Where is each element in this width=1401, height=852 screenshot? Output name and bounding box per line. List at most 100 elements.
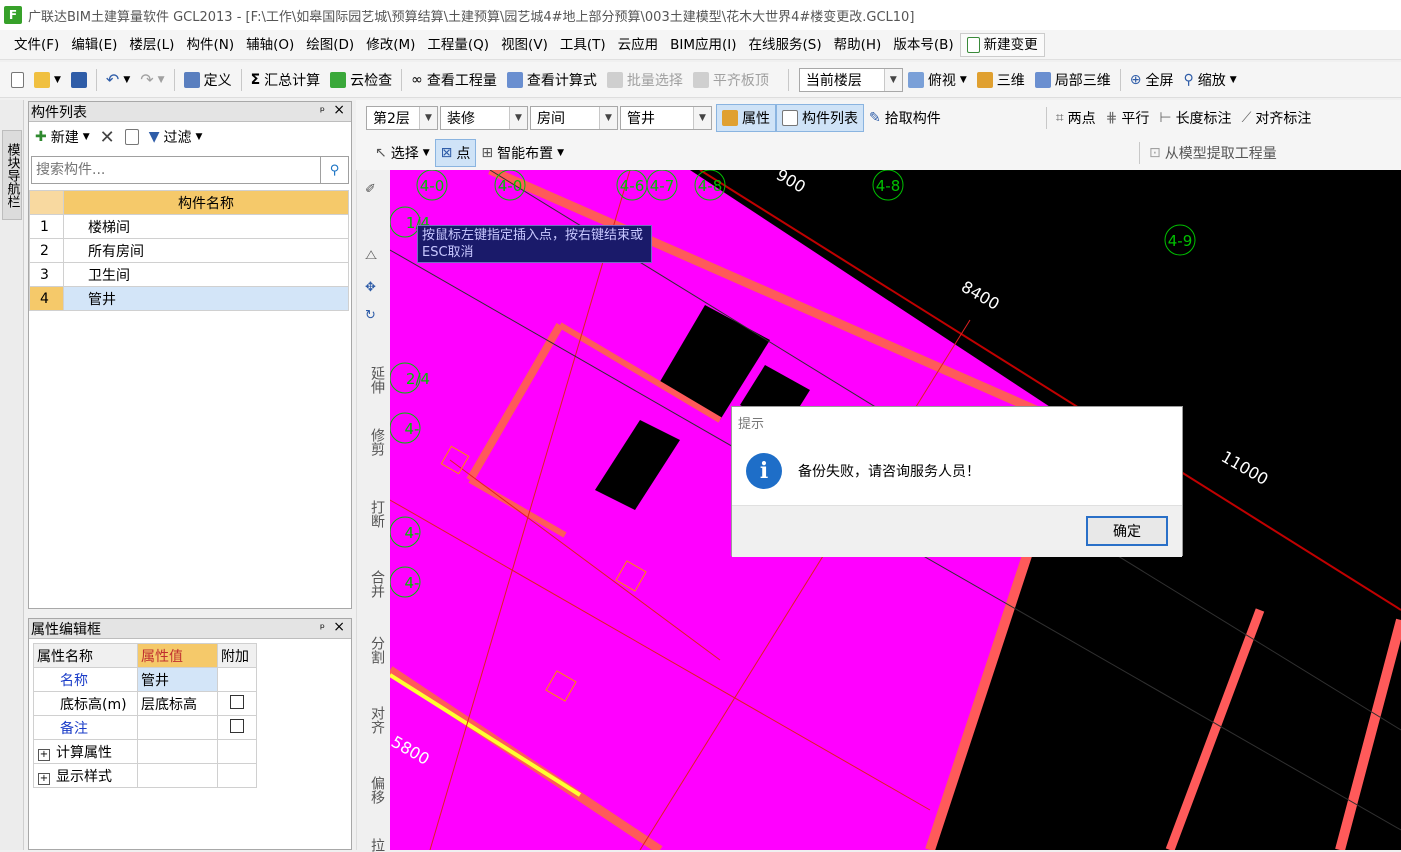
property-row[interactable]: 名称 管井 (33, 667, 257, 692)
length-dim-button[interactable]: ⊢ 长度标注 (1154, 104, 1236, 132)
merge-tool[interactable]: 合并 (361, 570, 387, 598)
brush-icon[interactable]: ✐ (365, 182, 376, 197)
property-row[interactable]: + 计算属性 (33, 739, 257, 764)
view-quantity-button[interactable]: ∞ 查看工程量 (406, 66, 502, 94)
flat-slab-button[interactable]: 平齐板顶 (688, 66, 774, 94)
smart-layout-button[interactable]: ⊞ 智能布置 ▼ (476, 139, 569, 167)
prop-value[interactable]: 管井 (137, 667, 218, 692)
split-tool[interactable]: 分割 (361, 636, 387, 664)
view-formula-button[interactable]: 查看计算式 (502, 66, 602, 94)
local-3d-button[interactable]: 局部三维 (1030, 66, 1116, 94)
prop-name-group[interactable]: + 显示样式 (33, 763, 138, 788)
zoom-button[interactable]: ⚲ 缩放 ▼ (1178, 66, 1241, 94)
pin-icon[interactable]: ᵖ (320, 621, 325, 635)
parallel-button[interactable]: ⋕ 平行 (1101, 104, 1155, 132)
close-icon[interactable]: × (333, 102, 345, 118)
align-dim-button[interactable]: ⟋ 对齐标注 (1237, 104, 1317, 132)
prop-value[interactable]: 层底标高 (137, 691, 218, 716)
prop-name-group[interactable]: + 计算属性 (33, 739, 138, 764)
delete-component-button[interactable]: ✕ (98, 123, 117, 151)
menu-help[interactable]: 帮助(H) (828, 33, 888, 57)
menu-edit[interactable]: 编辑(E) (65, 33, 123, 57)
move-icon[interactable]: ✥ (365, 280, 376, 295)
floor-scope-select[interactable]: 当前楼层 ▼ (798, 67, 903, 92)
offset-tool[interactable]: 偏移 (361, 776, 387, 804)
menu-file[interactable]: 文件(F) (8, 33, 65, 57)
category-select[interactable]: 装修 ▼ (440, 106, 528, 130)
menu-tools[interactable]: 工具(T) (554, 33, 612, 57)
trim-tool[interactable]: 修剪 (361, 428, 387, 456)
close-icon[interactable]: × (333, 619, 345, 635)
property-row[interactable]: + 显示样式 (33, 763, 257, 788)
floor-select[interactable]: 第2层 ▼ (366, 106, 438, 130)
define-button[interactable]: 定义 (179, 66, 237, 94)
new-file-button[interactable] (6, 66, 29, 94)
row-name[interactable]: 楼梯间 (63, 214, 349, 239)
separator (401, 68, 403, 91)
prop-value[interactable] (137, 715, 218, 740)
point-button[interactable]: ⊠ 点 (434, 139, 477, 167)
new-change-button[interactable]: 新建变更 (959, 32, 1045, 57)
property-row[interactable]: 底标高(m) 层底标高 (33, 691, 257, 716)
column-header-name[interactable]: 构件名称 (63, 190, 349, 215)
align-tool[interactable]: 对齐 (361, 706, 387, 734)
new-component-button[interactable]: ✚ 新建 ▼ (33, 123, 92, 151)
expand-icon[interactable]: + (38, 748, 50, 761)
table-row[interactable]: 3 卫生间 (29, 262, 349, 287)
component-select[interactable]: 管井 ▼ (620, 106, 712, 130)
type-select[interactable]: 房间 ▼ (530, 106, 618, 130)
batch-select-button[interactable]: 批量选择 (602, 66, 688, 94)
table-row[interactable]: 1 楼梯间 (29, 214, 349, 239)
title-bar: F 广联达BIM土建算量软件 GCL2013 - [F:\工作\如皋国际园艺城\… (0, 0, 1401, 30)
menu-aux-axis[interactable]: 辅轴(O) (240, 33, 300, 57)
two-points-button[interactable]: ⌗ 两点 (1051, 104, 1101, 132)
select-button[interactable]: ↖ 选择 ▼ (370, 139, 435, 167)
table-header-row: 构件名称 (29, 190, 349, 215)
save-button[interactable] (66, 66, 92, 94)
property-button[interactable]: 属性 (716, 104, 776, 132)
rotate-icon[interactable]: ↻ (365, 308, 376, 323)
menu-draw[interactable]: 绘图(D) (300, 33, 360, 57)
table-row[interactable]: 2 所有房间 (29, 238, 349, 263)
copy-component-button[interactable] (123, 123, 141, 151)
extend-tool[interactable]: 延伸 (361, 366, 387, 394)
menu-modify[interactable]: 修改(M) (360, 33, 421, 57)
search-input[interactable] (32, 157, 320, 183)
row-name[interactable]: 管井 (63, 286, 349, 311)
menu-component[interactable]: 构件(N) (180, 33, 240, 57)
separator (787, 68, 789, 91)
row-name[interactable]: 卫生间 (63, 262, 349, 287)
table-row-selected[interactable]: 4 管井 (29, 286, 349, 311)
sum-calc-button[interactable]: Σ 汇总计算 (246, 66, 326, 94)
break-tool[interactable]: 打断 (361, 500, 387, 528)
flat-slab-label: 平齐板顶 (712, 72, 769, 89)
extra-checkbox[interactable] (230, 718, 244, 733)
menu-view[interactable]: 视图(V) (495, 33, 554, 57)
fullscreen-button[interactable]: ⊕ 全屏 (1125, 66, 1179, 94)
redo-button[interactable]: ↷ ▼ (135, 66, 169, 94)
pin-icon[interactable]: ᵖ (320, 104, 325, 118)
menu-online[interactable]: 在线服务(S) (743, 33, 828, 57)
menu-quantity[interactable]: 工程量(Q) (421, 33, 495, 57)
undo-button[interactable]: ↶ ▼ (101, 66, 135, 94)
property-row[interactable]: 备注 (33, 715, 257, 740)
component-list-button[interactable]: 构件列表 (776, 104, 864, 132)
extract-quantity-button[interactable]: ⊡ 从模型提取工程量 (1144, 139, 1282, 167)
three-d-button[interactable]: 三维 (972, 66, 1030, 94)
menu-bim[interactable]: BIM应用(I) (664, 33, 742, 57)
menu-cloud[interactable]: 云应用 (612, 33, 665, 57)
mirror-icon[interactable]: ⧍ (365, 248, 377, 263)
menu-floor[interactable]: 楼层(L) (123, 33, 180, 57)
expand-icon[interactable]: + (38, 772, 50, 785)
pick-component-button[interactable]: ✎ 拾取构件 (864, 104, 946, 132)
filter-button[interactable]: ▼ 过滤 ▼ (147, 123, 205, 151)
module-nav-tab[interactable]: 模块导航栏 (2, 130, 22, 220)
open-button[interactable]: ▼ (29, 66, 66, 94)
top-view-button[interactable]: 俯视 ▼ (903, 66, 972, 94)
cloud-check-button[interactable]: 云检查 (325, 66, 397, 94)
ok-button[interactable]: 确定 (1086, 516, 1168, 546)
menu-version[interactable]: 版本号(B) (887, 33, 959, 57)
search-icon[interactable]: ⚲ (320, 157, 348, 183)
row-name[interactable]: 所有房间 (63, 238, 349, 263)
extra-checkbox[interactable] (230, 694, 244, 709)
